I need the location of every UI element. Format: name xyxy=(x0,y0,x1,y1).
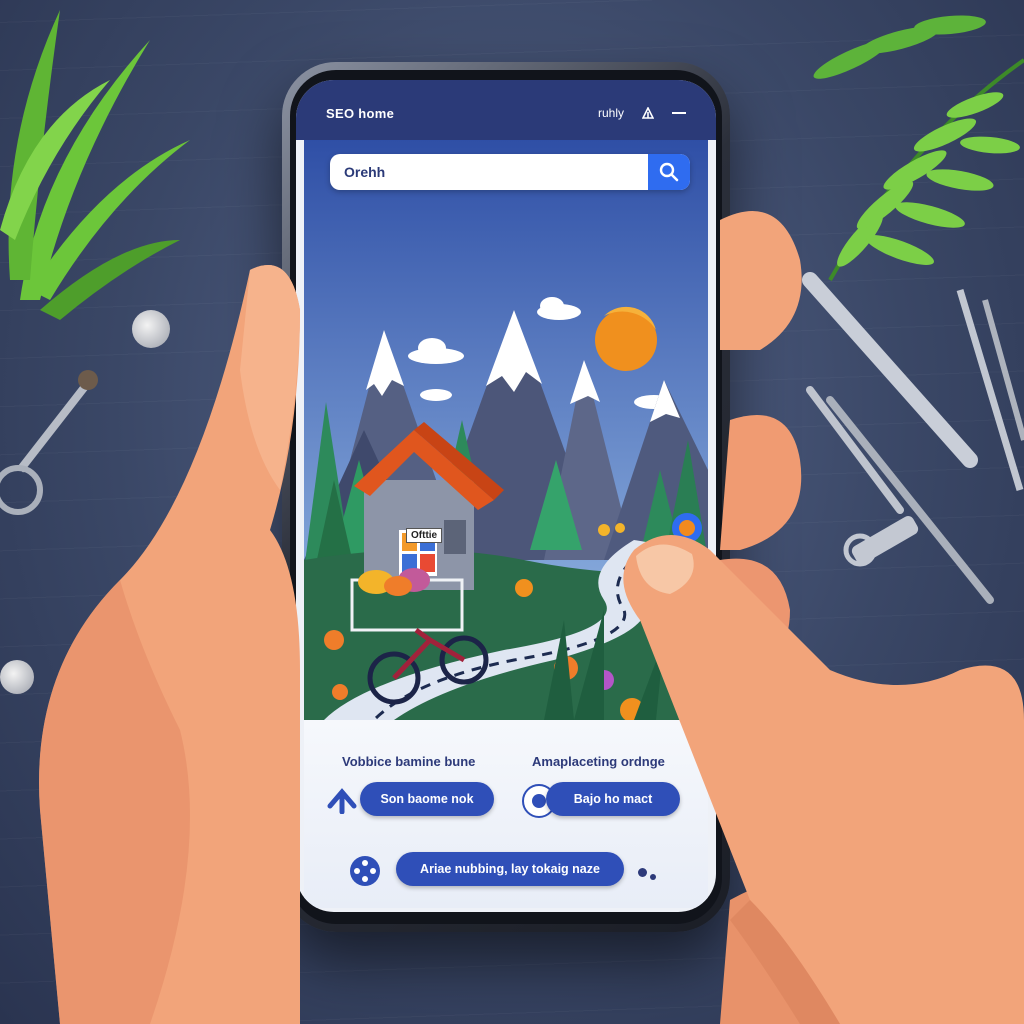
signal-icon xyxy=(642,107,654,119)
search-button[interactable] xyxy=(648,154,690,190)
left-action-button[interactable]: Son baome nok xyxy=(360,782,494,816)
search-input[interactable]: Orehh xyxy=(330,164,648,180)
pointing-finger xyxy=(623,535,1024,1024)
status-text: ruhly xyxy=(597,106,624,120)
search-bar[interactable]: Orehh xyxy=(330,154,690,190)
status-indicators: ruhly xyxy=(598,106,686,120)
status-bar: SEO home ruhly xyxy=(296,80,716,140)
desk-background: SEO home ruhly Orehh Ofttie Vobbice bami… xyxy=(0,0,1024,1024)
app-title: SEO home xyxy=(326,106,395,121)
left-section-label: Vobbice bamine bune xyxy=(342,754,476,769)
house-sign: Ofttie xyxy=(406,528,443,543)
dash-icon[interactable] xyxy=(672,112,686,114)
search-icon xyxy=(659,162,679,182)
bottom-action-button[interactable]: Ariae nubbing, lay tokaig naze xyxy=(396,852,624,886)
left-hand xyxy=(39,265,300,1024)
